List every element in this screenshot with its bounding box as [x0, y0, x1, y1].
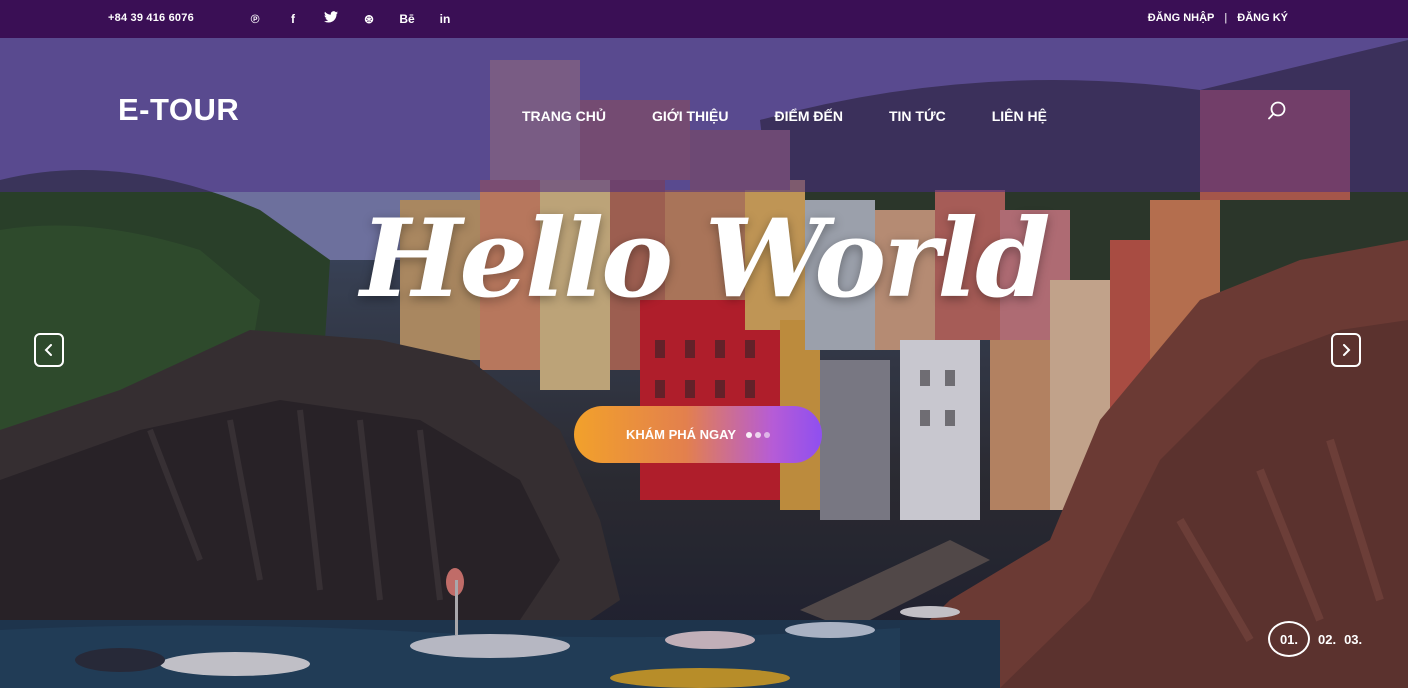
- site-logo[interactable]: E-TOUR: [118, 92, 239, 128]
- phone-number[interactable]: +84 39 416 6076: [108, 12, 194, 24]
- slide-page-1[interactable]: 01.: [1268, 621, 1310, 657]
- slide-page-3[interactable]: 03.: [1344, 632, 1362, 647]
- social-links: ℗ f ⊛ Bē in: [236, 10, 464, 28]
- chevron-left-icon: [44, 344, 52, 356]
- slider-next-button[interactable]: [1331, 333, 1361, 367]
- site-header: E-TOUR TRANG CHỦ GIỚI THIỆU ĐIỂM ĐẾN TIN…: [0, 38, 1408, 192]
- slide-page-2[interactable]: 02.: [1318, 632, 1336, 647]
- pinterest-icon[interactable]: ℗: [236, 10, 274, 28]
- nav-item-contact[interactable]: LIÊN HỆ: [992, 108, 1047, 124]
- twitter-icon[interactable]: [312, 10, 350, 28]
- hero-title: Hello World: [360, 196, 1050, 322]
- nav-item-home[interactable]: TRANG CHỦ: [522, 108, 606, 124]
- behance-icon[interactable]: Bē: [388, 10, 426, 28]
- slider-prev-button[interactable]: [34, 333, 64, 367]
- auth-links: ĐĂNG NHẬP | ĐĂNG KÝ: [1148, 12, 1288, 24]
- linkedin-icon[interactable]: in: [426, 10, 464, 28]
- login-link[interactable]: ĐĂNG NHẬP: [1148, 12, 1215, 24]
- dots-icon: [746, 431, 771, 438]
- nav-item-destinations[interactable]: ĐIỂM ĐẾN: [775, 108, 843, 124]
- nav-item-news[interactable]: TIN TỨC: [889, 108, 946, 124]
- search-icon[interactable]: [1266, 100, 1288, 122]
- register-link[interactable]: ĐĂNG KÝ: [1237, 12, 1288, 24]
- facebook-icon[interactable]: f: [274, 10, 312, 28]
- nav-item-about[interactable]: GIỚI THIỆU: [652, 108, 729, 124]
- explore-now-button[interactable]: KHÁM PHÁ NGAY: [574, 406, 822, 463]
- dribbble-icon[interactable]: ⊛: [350, 10, 388, 28]
- main-nav: TRANG CHỦ GIỚI THIỆU ĐIỂM ĐẾN TIN TỨC LI…: [522, 108, 1093, 124]
- chevron-right-icon: [1343, 344, 1351, 356]
- auth-separator: |: [1224, 12, 1228, 24]
- slide-pager: 01. 02. 03.: [1268, 621, 1370, 657]
- top-bar: +84 39 416 6076 ℗ f ⊛ Bē in ĐĂNG NHẬP | …: [0, 0, 1408, 38]
- explore-now-label: KHÁM PHÁ NGAY: [625, 427, 737, 442]
